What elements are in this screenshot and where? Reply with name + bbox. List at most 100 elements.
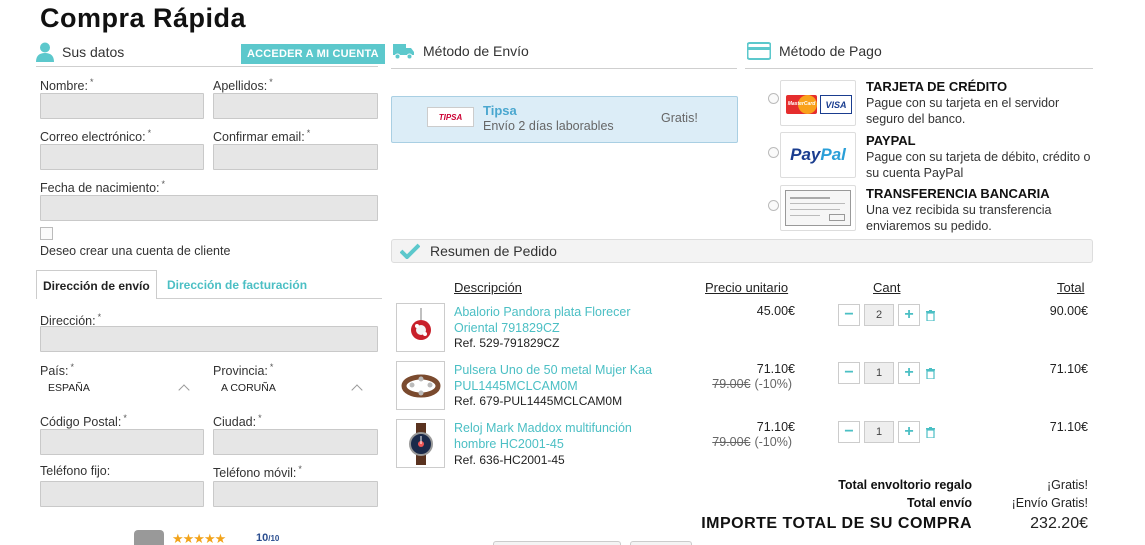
product-ref: Ref. 529-791829CZ bbox=[454, 336, 560, 350]
shipping-carrier: Tipsa bbox=[483, 103, 517, 118]
payment-desc-card: Pague con su tarjeta en el servidor segu… bbox=[866, 96, 1060, 126]
payment-title-card: TARJETA DE CRÉDITO bbox=[866, 79, 1008, 94]
trash-icon[interactable] bbox=[926, 367, 935, 379]
email-label: Correo electrónico: * bbox=[40, 128, 152, 145]
birth-label: Fecha de nacimiento: * bbox=[40, 179, 166, 196]
qty-minus-button[interactable]: − bbox=[838, 421, 860, 443]
product-ref: Ref. 636-HC2001-45 bbox=[454, 453, 565, 467]
trash-icon[interactable] bbox=[926, 426, 935, 438]
ciudad-input[interactable] bbox=[213, 429, 378, 455]
tab-shipping-address[interactable]: Dirección de envío bbox=[36, 270, 157, 299]
card-logos: MasterCard VISA bbox=[780, 80, 856, 126]
line-total: 90.00€ bbox=[1049, 304, 1088, 318]
create-account-checkbox[interactable] bbox=[40, 227, 53, 240]
quantity-stepper: − 1 + bbox=[838, 421, 935, 443]
shipping-option-tipsa[interactable]: TIPSA Tipsa Envío 2 días laborables Grat… bbox=[391, 96, 738, 143]
col-total-header: Total bbox=[1057, 280, 1085, 295]
payment-radio-paypal[interactable] bbox=[768, 147, 779, 158]
ciudad-label: Ciudad: * bbox=[213, 413, 262, 430]
product-name-link[interactable]: Pulsera Uno de 50 metal Mujer Kaa PUL144… bbox=[454, 362, 669, 394]
customer-section-title: Sus datos bbox=[62, 44, 125, 60]
provincia-select[interactable]: A CORUÑA bbox=[221, 382, 363, 396]
cp-input[interactable] bbox=[40, 429, 204, 455]
user-icon bbox=[36, 42, 54, 62]
credit-card-icon bbox=[747, 42, 771, 60]
payment-section-title: Método de Pago bbox=[779, 43, 882, 59]
bottom-button[interactable] bbox=[630, 541, 692, 545]
shipping-price: Gratis! bbox=[661, 111, 698, 125]
trash-icon[interactable] bbox=[926, 309, 935, 321]
confirm-email-input[interactable] bbox=[213, 144, 378, 170]
pais-select[interactable]: ESPAÑA bbox=[48, 382, 190, 396]
order-summary-title: Resumen de Pedido bbox=[430, 243, 557, 259]
product-ref: Ref. 679-PUL1445MCLCAM0M bbox=[454, 394, 623, 408]
old-price: 79.00€ (-10%) bbox=[712, 435, 792, 449]
product-name-link[interactable]: Reloj Mark Maddox multifunción hombre HC… bbox=[454, 420, 669, 452]
mastercard-logo: MasterCard bbox=[786, 95, 817, 114]
gift-total-label: Total envoltorio regalo bbox=[838, 478, 972, 492]
product-thumbnail[interactable] bbox=[396, 419, 445, 468]
product-thumbnail[interactable] bbox=[396, 303, 445, 352]
apellidos-label: Apellidos: * bbox=[213, 77, 273, 94]
qty-minus-button[interactable]: − bbox=[838, 362, 860, 384]
chevron-up-icon bbox=[178, 384, 190, 396]
quantity-stepper: − 2 + bbox=[838, 304, 935, 326]
avatar bbox=[134, 530, 164, 545]
col-unit-header: Precio unitario bbox=[705, 280, 789, 295]
pais-label: País: * bbox=[40, 362, 75, 379]
nombre-input[interactable] bbox=[40, 93, 204, 119]
bottom-button[interactable] bbox=[493, 541, 621, 545]
line-total: 71.10€ bbox=[1049, 420, 1088, 434]
login-button[interactable]: ACCEDER A MI CUENTA bbox=[241, 44, 385, 64]
payment-radio-transfer[interactable] bbox=[768, 200, 779, 211]
apellidos-input[interactable] bbox=[213, 93, 378, 119]
qty-plus-button[interactable]: + bbox=[898, 362, 920, 384]
rating-score: 10/10 bbox=[256, 532, 280, 544]
truck-icon bbox=[393, 44, 414, 60]
quantity-stepper: − 1 + bbox=[838, 362, 935, 384]
tab-billing-address[interactable]: Dirección de facturación bbox=[161, 270, 313, 300]
col-desc-header: Descripción bbox=[454, 280, 522, 295]
nombre-label: Nombre: * bbox=[40, 77, 94, 94]
shipping-total-value: ¡Envío Gratis! bbox=[1011, 496, 1088, 510]
movil-input[interactable] bbox=[213, 481, 378, 507]
product-thumbnail[interactable] bbox=[396, 361, 445, 410]
payment-desc-transfer: Una vez recibida su transferencia enviar… bbox=[866, 203, 1052, 233]
product-name-link[interactable]: Abalorio Pandora plata Florecer Oriental… bbox=[454, 304, 669, 336]
grand-total-label: IMPORTE TOTAL DE SU COMPRA bbox=[701, 515, 972, 532]
telefono-input[interactable] bbox=[40, 481, 204, 507]
rating-stars: ★★★★★ bbox=[172, 531, 226, 545]
qty-input[interactable]: 1 bbox=[864, 421, 894, 443]
visa-logo: VISA bbox=[820, 95, 852, 114]
qty-input[interactable]: 2 bbox=[864, 304, 894, 326]
chevron-up-icon bbox=[351, 384, 363, 396]
payment-radio-card[interactable] bbox=[768, 93, 779, 104]
unit-price: 45.00€ bbox=[756, 304, 795, 318]
checkmark-icon bbox=[400, 243, 420, 259]
unit-price: 71.10€ bbox=[756, 362, 795, 376]
qty-minus-button[interactable]: − bbox=[838, 304, 860, 326]
provincia-label: Provincia: * bbox=[213, 362, 274, 379]
watch-image bbox=[408, 422, 433, 465]
birth-input[interactable] bbox=[40, 195, 378, 221]
qty-plus-button[interactable]: + bbox=[898, 421, 920, 443]
qty-plus-button[interactable]: + bbox=[898, 304, 920, 326]
pais-value: ESPAÑA bbox=[48, 382, 90, 394]
direccion-input[interactable] bbox=[40, 326, 378, 352]
payment-title-transfer: TRANSFERENCIA BANCARIA bbox=[866, 186, 1050, 201]
email-input[interactable] bbox=[40, 144, 204, 170]
shipping-total-label: Total envío bbox=[906, 496, 972, 510]
customer-section-header: Sus datos bbox=[36, 42, 124, 62]
tipsa-logo: TIPSA bbox=[427, 107, 474, 127]
col-qty-header: Cant bbox=[873, 280, 901, 295]
provincia-value: A CORUÑA bbox=[221, 382, 276, 394]
create-account-label: Deseo crear una cuenta de cliente bbox=[40, 244, 231, 258]
qty-input[interactable]: 1 bbox=[864, 362, 894, 384]
cp-label: Código Postal: * bbox=[40, 413, 127, 430]
payment-title-paypal: PAYPAL bbox=[866, 133, 916, 148]
grand-total-value: 232.20€ bbox=[1030, 515, 1088, 532]
movil-label: Teléfono móvil: * bbox=[213, 464, 302, 481]
unit-price: 71.10€ bbox=[756, 420, 795, 434]
bracelet-image bbox=[401, 374, 440, 397]
shipping-section-title: Método de Envío bbox=[423, 43, 529, 59]
